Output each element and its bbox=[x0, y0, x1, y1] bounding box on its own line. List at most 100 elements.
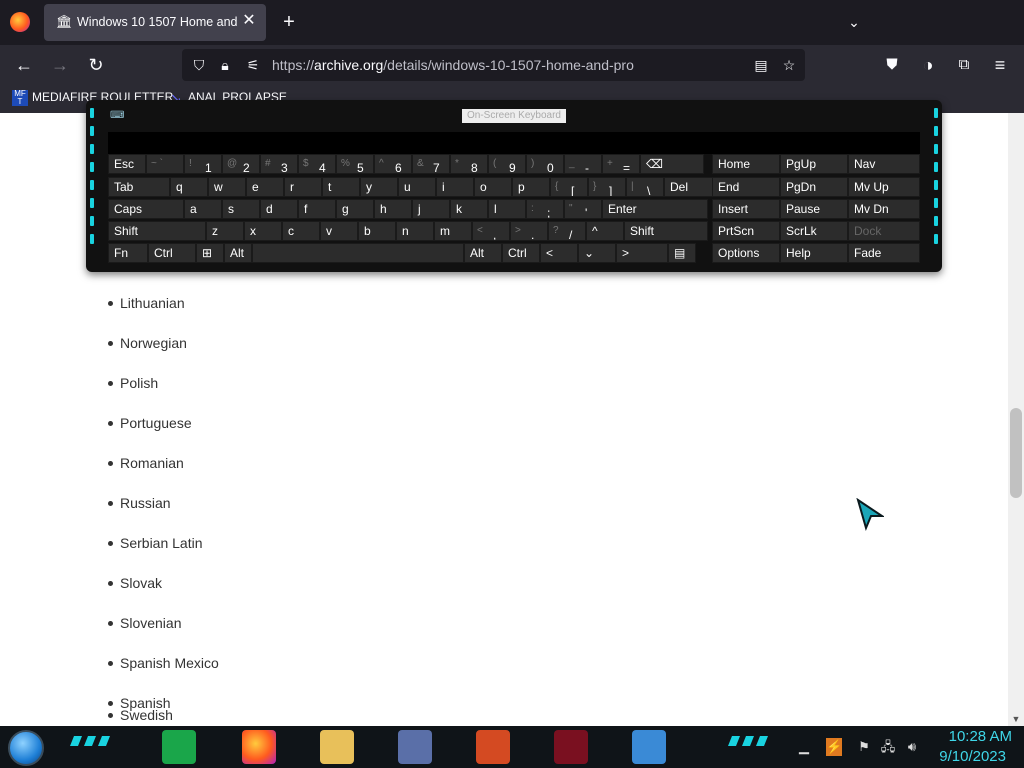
key[interactable]: _ - bbox=[564, 154, 602, 174]
key[interactable]: d bbox=[260, 199, 298, 219]
key[interactable]: {[ bbox=[550, 177, 588, 197]
key[interactable]: > bbox=[616, 243, 668, 263]
nav-key[interactable]: Help bbox=[780, 243, 848, 263]
network-icon[interactable]: 🖧︎ bbox=[880, 738, 896, 756]
forward-button[interactable]: → bbox=[48, 53, 72, 77]
nav-key[interactable]: PgUp bbox=[780, 154, 848, 174]
key[interactable]: i bbox=[436, 177, 474, 197]
key[interactable]: ) 0 bbox=[526, 154, 564, 174]
nav-key[interactable]: Nav bbox=[848, 154, 920, 174]
list-all-tabs-icon[interactable]: ⌄ bbox=[844, 12, 864, 32]
key[interactable]: Ctrl bbox=[502, 243, 540, 263]
overflow-icon[interactable]: ▁ bbox=[796, 738, 812, 756]
key[interactable]: * 8 bbox=[450, 154, 488, 174]
key[interactable]: a bbox=[184, 199, 222, 219]
flag-icon[interactable]: ⚑ bbox=[856, 738, 872, 756]
key[interactable]: ⌫ bbox=[640, 154, 704, 174]
firefox-icon[interactable] bbox=[242, 730, 276, 764]
extensions-icon[interactable]: ⧉ bbox=[952, 53, 976, 77]
key[interactable]: Alt bbox=[464, 243, 502, 263]
key[interactable]: | \ bbox=[626, 177, 664, 197]
shield-icon[interactable]: ⛉ bbox=[190, 56, 208, 74]
key[interactable]: (9 bbox=[488, 154, 526, 174]
office-icon[interactable] bbox=[476, 730, 510, 764]
key[interactable]: ? / bbox=[548, 221, 586, 241]
url-bar[interactable]: ⛉ 🔒︎ ⚟ https://archive.org/details/windo… bbox=[182, 49, 805, 81]
nav-key[interactable]: End bbox=[712, 177, 780, 197]
nav-key[interactable]: ScrLk bbox=[780, 221, 848, 241]
tab-close-icon[interactable]: ✕ bbox=[240, 12, 258, 30]
nav-key[interactable]: PgDn bbox=[780, 177, 848, 197]
bookmark-star-icon[interactable]: ☆ bbox=[780, 56, 798, 74]
key[interactable]: z bbox=[206, 221, 244, 241]
key[interactable]: j bbox=[412, 199, 450, 219]
app-tray-icon[interactable]: ⚡ bbox=[826, 738, 842, 756]
key[interactable]: x bbox=[244, 221, 282, 241]
new-tab-button[interactable]: + bbox=[278, 11, 300, 33]
scroll-down-icon[interactable]: ▼ bbox=[1011, 714, 1021, 724]
key[interactable]: ~ ` bbox=[146, 154, 184, 174]
lock-icon[interactable]: 🔒︎ bbox=[216, 56, 234, 74]
key[interactable]: & 7 bbox=[412, 154, 450, 174]
key[interactable]: g bbox=[336, 199, 374, 219]
nav-key[interactable]: Insert bbox=[712, 199, 780, 219]
key[interactable]: Shift bbox=[108, 221, 206, 241]
key[interactable]: l bbox=[488, 199, 526, 219]
nav-key[interactable]: PrtScn bbox=[712, 221, 780, 241]
key[interactable]: #3 bbox=[260, 154, 298, 174]
back-button[interactable]: ← bbox=[12, 53, 36, 77]
pocket-icon[interactable]: ⛊ bbox=[880, 53, 904, 77]
key[interactable]: Alt bbox=[224, 243, 252, 263]
key[interactable]: b bbox=[358, 221, 396, 241]
key[interactable]: h bbox=[374, 199, 412, 219]
key[interactable]: >. bbox=[510, 221, 548, 241]
dark-reader-icon[interactable]: ◑ bbox=[916, 53, 940, 77]
key[interactable]: % 5 bbox=[336, 154, 374, 174]
key[interactable]: ⌄ bbox=[578, 243, 616, 263]
key[interactable]: + = bbox=[602, 154, 640, 174]
clock-time[interactable]: 10:28 AM bbox=[930, 728, 1012, 746]
key[interactable]: m bbox=[434, 221, 472, 241]
key[interactable]: " ' bbox=[564, 199, 602, 219]
key[interactable]: o bbox=[474, 177, 512, 197]
id-card-icon[interactable] bbox=[398, 730, 432, 764]
clock-date[interactable]: 9/10/2023 bbox=[930, 748, 1006, 766]
key[interactable]: $4 bbox=[298, 154, 336, 174]
scrollbar[interactable]: ▼ bbox=[1008, 113, 1024, 726]
key[interactable]: ⊞ bbox=[196, 243, 224, 263]
permissions-icon[interactable]: ⚟ bbox=[244, 56, 262, 74]
key[interactable]: @2 bbox=[222, 154, 260, 174]
key[interactable]: ▤ bbox=[668, 243, 696, 263]
nav-key[interactable]: Pause bbox=[780, 199, 848, 219]
key[interactable]: Del bbox=[664, 177, 714, 197]
firefox-view-icon[interactable] bbox=[10, 12, 30, 32]
key[interactable]: n bbox=[396, 221, 434, 241]
tab-active[interactable]: 🏛 Windows 10 1507 Home and Pr ✕ bbox=[44, 4, 266, 41]
key[interactable]: Shift bbox=[624, 221, 708, 241]
reader-view-icon[interactable]: ▤ bbox=[752, 56, 770, 74]
key[interactable]: <, bbox=[472, 221, 510, 241]
key[interactable]: p bbox=[512, 177, 550, 197]
start-button[interactable] bbox=[8, 730, 44, 766]
key[interactable]: k bbox=[450, 199, 488, 219]
nav-key[interactable]: Options bbox=[712, 243, 780, 263]
key[interactable]: Fn bbox=[108, 243, 148, 263]
game-app-icon[interactable] bbox=[554, 730, 588, 764]
key[interactable]: :; bbox=[526, 199, 564, 219]
url-text[interactable]: https://archive.org/details/windows-10-1… bbox=[272, 57, 634, 73]
key[interactable]: q bbox=[170, 177, 208, 197]
key[interactable]: }] bbox=[588, 177, 626, 197]
volume-icon[interactable]: 🔊︎ bbox=[904, 738, 920, 756]
key[interactable]: Tab bbox=[108, 177, 170, 197]
key[interactable] bbox=[252, 243, 464, 263]
key[interactable]: y bbox=[360, 177, 398, 197]
remote-desktop-icon[interactable] bbox=[632, 730, 666, 764]
key[interactable]: r bbox=[284, 177, 322, 197]
key[interactable]: e bbox=[246, 177, 284, 197]
key[interactable]: ^ bbox=[586, 221, 624, 241]
notes-app-icon[interactable] bbox=[162, 730, 196, 764]
key[interactable]: s bbox=[222, 199, 260, 219]
key[interactable]: Esc bbox=[108, 154, 146, 174]
nav-key[interactable]: Dock bbox=[848, 221, 920, 241]
key[interactable]: Caps bbox=[108, 199, 184, 219]
